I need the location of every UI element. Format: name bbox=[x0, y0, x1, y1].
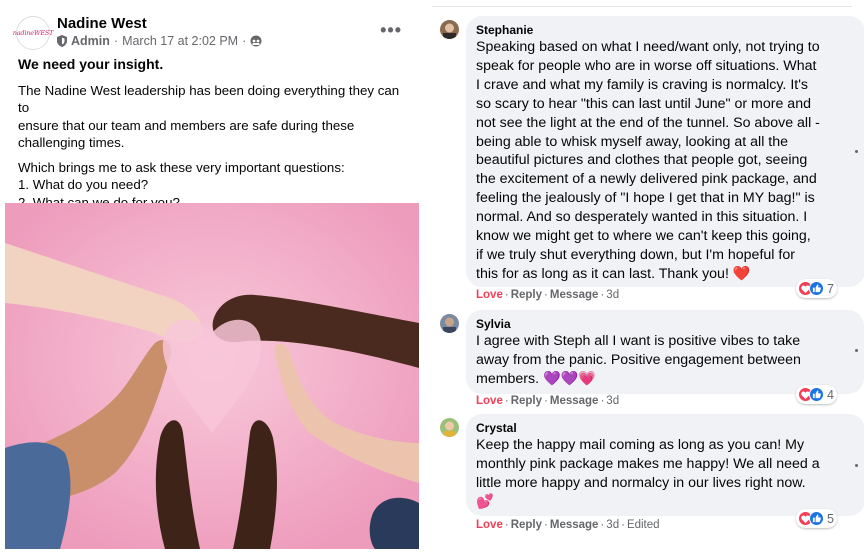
heart-hands-illustration bbox=[5, 203, 419, 549]
reaction-summary[interactable]: 4 bbox=[796, 385, 837, 404]
comment-bubble: Stephanie Speaking based on what I need/… bbox=[466, 16, 864, 287]
comment-actions: Love · Reply · Message · 3d bbox=[476, 289, 620, 301]
like-reaction-icon bbox=[809, 387, 824, 402]
reaction-count: 4 bbox=[827, 387, 834, 402]
like-reaction-icon bbox=[809, 281, 824, 296]
avatar-crystal[interactable] bbox=[440, 418, 459, 437]
post-card: nadineWEST Nadine West Admin · March 17 … bbox=[0, 0, 425, 552]
like-reaction-icon bbox=[809, 511, 824, 526]
post-line: challenging times. bbox=[18, 135, 125, 150]
comment-time[interactable]: 3d bbox=[606, 395, 619, 407]
comment-line: members. 💜💜💗 bbox=[476, 370, 597, 387]
avatar-stephanie[interactable] bbox=[440, 20, 459, 39]
comment-line: know we might get to where we can't keep… bbox=[476, 228, 811, 245]
reaction-summary[interactable]: 5 bbox=[796, 509, 837, 528]
post-title: We need your insight. bbox=[18, 56, 164, 72]
comment-line: normal. And so desperately wanted in thi… bbox=[476, 209, 808, 226]
meta-separator: · bbox=[113, 34, 119, 48]
reaction-count: 7 bbox=[827, 281, 834, 296]
post-text: We need your insight. The Nadine West le… bbox=[18, 56, 413, 218]
comment-line: 💕 bbox=[476, 493, 494, 510]
comment-author[interactable]: Crystal bbox=[476, 421, 855, 435]
comment-time[interactable]: 3d bbox=[606, 519, 619, 531]
comments-panel: Stephanie Speaking based on what I need/… bbox=[432, 0, 864, 552]
comment-options-icon[interactable] bbox=[855, 349, 858, 352]
love-button[interactable]: Love bbox=[476, 519, 503, 531]
post-paragraph-1: The Nadine West leadership has been doin… bbox=[18, 82, 413, 152]
post-meta: Admin · March 17 at 2:02 PM · bbox=[57, 34, 262, 48]
comment-line: monthly pink package makes me happy! We … bbox=[476, 455, 820, 472]
comment-line: little more happy and normalcy in our li… bbox=[476, 474, 806, 491]
reaction-summary[interactable]: 7 bbox=[796, 279, 837, 298]
post-author[interactable]: Nadine West bbox=[57, 15, 147, 32]
panel-divider bbox=[432, 6, 852, 7]
post-line: Which brings me to ask these very import… bbox=[18, 159, 345, 175]
comment-line: if we truly shut everything down, but I'… bbox=[476, 246, 795, 263]
comment-actions: Love · Reply · Message · 3d · Edited bbox=[476, 519, 660, 531]
comment-line: I agree with Steph all I want is positiv… bbox=[476, 333, 801, 349]
comment-line: so scary to hear "this can last until Ju… bbox=[476, 95, 811, 112]
meta-separator-2: · bbox=[242, 34, 247, 48]
comment-line: feeling the jealously of "I hope I get t… bbox=[476, 190, 815, 207]
message-button[interactable]: Message bbox=[550, 395, 599, 407]
shield-icon bbox=[57, 35, 67, 47]
group-audience-icon bbox=[250, 35, 262, 47]
love-button[interactable]: Love bbox=[476, 289, 503, 301]
comment-actions: Love · Reply · Message · 3d bbox=[476, 395, 620, 407]
comment-line: the excitement of a newly delivered pink… bbox=[476, 171, 817, 188]
edited-label[interactable]: Edited bbox=[627, 519, 660, 531]
post-header: nadineWEST Nadine West Admin · March 17 … bbox=[13, 14, 414, 52]
message-button[interactable]: Message bbox=[550, 289, 599, 301]
comment-line: away from the panic. Positive engagement… bbox=[476, 351, 801, 368]
comment-line: Keep the happy mail coming as long as yo… bbox=[476, 437, 805, 453]
reply-button[interactable]: Reply bbox=[511, 519, 542, 531]
comment-line: speak for people who are in worse off si… bbox=[476, 57, 817, 74]
comment-bubble: Crystal Keep the happy mail coming as lo… bbox=[466, 414, 864, 516]
comment-text: Keep the happy mail coming as long as yo… bbox=[476, 436, 855, 512]
reply-button[interactable]: Reply bbox=[511, 395, 542, 407]
more-options-icon[interactable]: ••• bbox=[380, 20, 402, 41]
post-line: ensure that our team and members are saf… bbox=[18, 117, 355, 133]
post-timestamp[interactable]: March 17 at 2:02 PM bbox=[122, 34, 238, 48]
post-photo-heart-hands[interactable] bbox=[5, 203, 419, 549]
message-button[interactable]: Message bbox=[550, 519, 599, 531]
comment-text: Speaking based on what I need/want only,… bbox=[476, 38, 855, 284]
comment-author[interactable]: Stephanie bbox=[476, 23, 855, 37]
post-line: The Nadine West leadership has been doin… bbox=[18, 82, 400, 116]
comment-line: Speaking based on what I need/want only,… bbox=[476, 39, 820, 55]
comment-line: I crave and what my family is craving is… bbox=[476, 76, 809, 93]
comment-time[interactable]: 3d bbox=[606, 289, 619, 301]
page-logo[interactable]: nadineWEST bbox=[13, 16, 53, 50]
comment-options-icon[interactable] bbox=[855, 464, 858, 467]
post-line: 1. What do you need? bbox=[18, 177, 149, 192]
comment-author[interactable]: Sylvia bbox=[476, 317, 854, 331]
love-button[interactable]: Love bbox=[476, 395, 503, 407]
comment-line: not see the light at the end of the tunn… bbox=[476, 114, 820, 131]
comment-line: being able to whisk myself away, looking… bbox=[476, 133, 789, 150]
comment-options-icon[interactable] bbox=[855, 150, 858, 153]
comment-text: I agree with Steph all I want is positiv… bbox=[476, 332, 854, 389]
reply-button[interactable]: Reply bbox=[511, 289, 542, 301]
reaction-count: 5 bbox=[827, 511, 834, 526]
comment-line: beautiful pictures and clothes that peop… bbox=[476, 152, 808, 169]
comment-bubble: Sylvia I agree with Steph all I want is … bbox=[466, 310, 864, 394]
avatar-sylvia[interactable] bbox=[440, 314, 459, 333]
logo-text: nadineWEST bbox=[12, 29, 54, 37]
role-badge: Admin bbox=[71, 34, 110, 48]
